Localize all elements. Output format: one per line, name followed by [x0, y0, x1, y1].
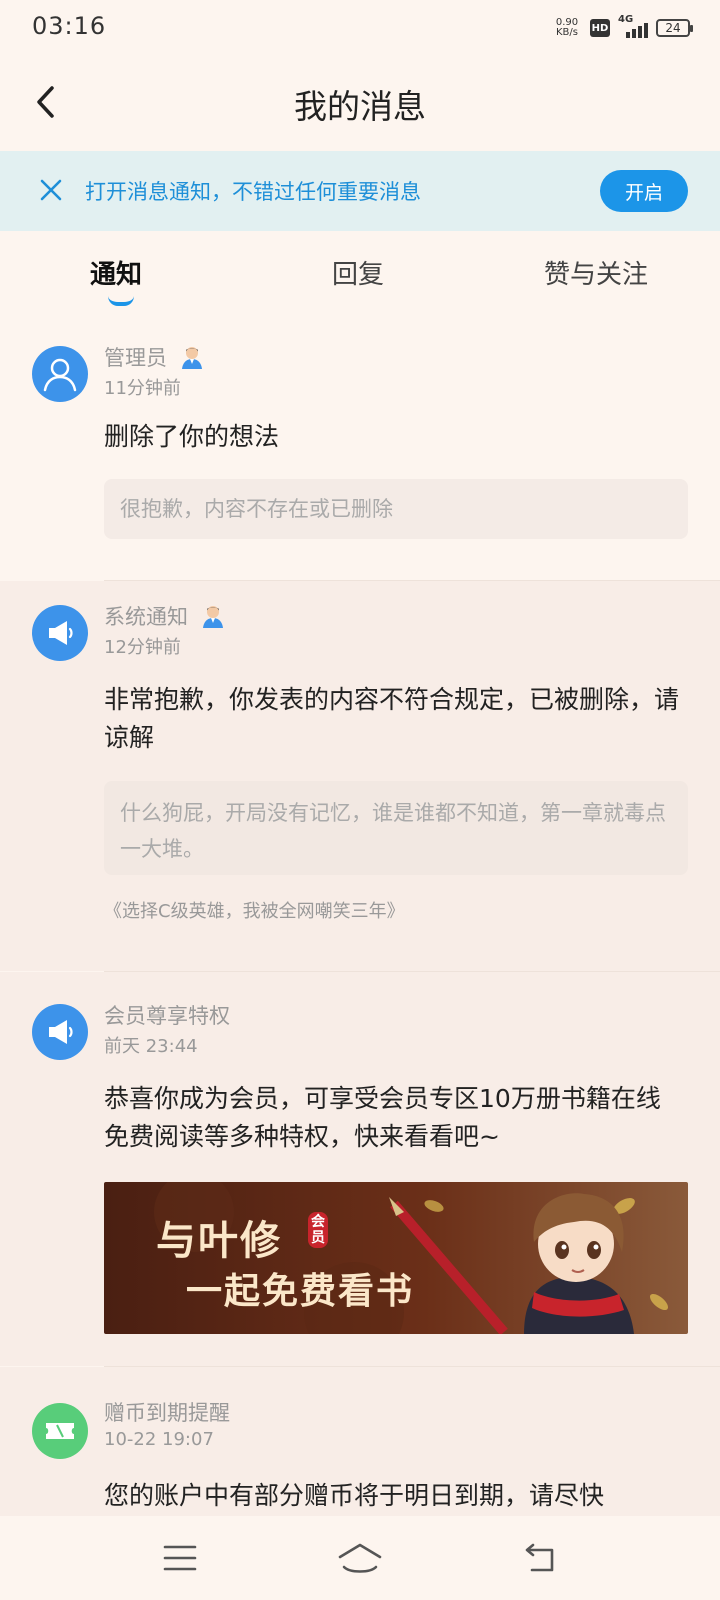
status-indicators: 0.90 KB/s HD 4G 24 [552, 14, 693, 40]
official-badge-icon [203, 606, 223, 628]
megaphone-icon [49, 1020, 73, 1044]
close-button[interactable] [34, 173, 68, 207]
tab-indicator [108, 296, 134, 306]
home-icon [338, 1543, 382, 1573]
tab-notifications[interactable]: 通知 [90, 254, 142, 291]
avatar[interactable] [32, 605, 88, 661]
tab-likes-follows[interactable]: 赞与关注 [544, 254, 648, 291]
sender-row: 赠币到期提醒 [104, 1397, 230, 1427]
status-bar: 03:16 0.90 KB/s HD 4G 24 [0, 0, 720, 56]
sender-row: 会员尊享特权 [104, 1000, 230, 1030]
hd-icon: HD [590, 19, 610, 37]
message-time: 11分钟前 [104, 378, 181, 399]
close-icon [40, 179, 62, 201]
message-time: 前天 23:44 [104, 1036, 198, 1057]
message-content: 恭喜你成为会员，可享受会员专区10万册书籍在线免费阅读等多种特权，快来看看吧~ [104, 1084, 661, 1151]
message-content: 您的账户中有部分赠币将于明日到期，请尽快 [104, 1481, 605, 1510]
avatar[interactable] [32, 1004, 88, 1060]
official-badge-icon [182, 347, 202, 369]
tab-bar: 通知 回复 赞与关注 [0, 232, 720, 322]
net-speed: 0.90 KB/s [552, 18, 582, 38]
avatar[interactable] [32, 1403, 88, 1459]
home-button[interactable] [336, 1536, 384, 1580]
member-promo-banner[interactable]: 与叶修 会员 一起免费看书 [104, 1182, 688, 1334]
sender-name: 系统通知 [104, 605, 188, 629]
list-item[interactable]: 会员尊享特权 前天 23:44 恭喜你成为会员，可享受会员专区10万册书籍在线免… [0, 972, 720, 1366]
avatar[interactable] [32, 346, 88, 402]
promo-badge: 会员 [308, 1212, 328, 1248]
tab-replies[interactable]: 回复 [332, 254, 384, 291]
quoted-content: 很抱歉，内容不存在或已删除 [104, 479, 688, 539]
page-title: 我的消息 [294, 87, 426, 126]
sender-name: 会员尊享特权 [104, 1004, 230, 1028]
quoted-content: 什么狗屁，开局没有记忆，谁是谁都不知道，第一章就毒点一大堆。 [104, 781, 688, 875]
megaphone-icon [49, 621, 73, 645]
menu-button[interactable] [156, 1536, 204, 1580]
banner-text: 打开消息通知，不错过任何重要消息 [85, 180, 421, 204]
sender-row: 系统通知 [104, 601, 226, 631]
message-content: 删除了你的想法 [104, 422, 280, 451]
promo-line-2: 一起免费看书 [186, 1270, 415, 1312]
ticket-icon [46, 1423, 74, 1439]
back-nav-button[interactable] [516, 1536, 564, 1580]
enable-notifications-button[interactable]: 开启 [600, 170, 688, 212]
list-item[interactable]: 系统通知 12分钟前 非常抱歉，你发表的内容不符合规定，已被删除，请谅解 什么狗… [0, 581, 720, 971]
message-time: 10-22 19:07 [104, 1429, 214, 1450]
menu-icon [163, 1545, 197, 1571]
net-speed-unit: KB/s [556, 27, 578, 38]
sender-name: 管理员 [104, 346, 167, 370]
promo-line-1: 与叶修 [156, 1217, 282, 1264]
sender-name: 赠币到期提醒 [104, 1401, 230, 1425]
user-icon [43, 358, 77, 392]
message-content: 非常抱歉，你发表的内容不符合规定，已被删除，请谅解 [104, 685, 680, 752]
network-type: 4G [618, 14, 634, 25]
status-time: 03:16 [32, 12, 107, 40]
system-navigation-bar [0, 1516, 720, 1600]
list-item[interactable]: 管理员 11分钟前 删除了你的想法 很抱歉，内容不存在或已删除 [0, 322, 720, 580]
list-item[interactable]: 赠币到期提醒 10-22 19:07 您的账户中有部分赠币将于明日到期，请尽快 [0, 1367, 720, 1517]
book-source-link[interactable]: 《选择C级英雄，我被全网嘲笑三年》 [104, 897, 405, 923]
signal-icon: 4G [618, 14, 648, 38]
header: 我的消息 [0, 56, 720, 150]
message-time: 12分钟前 [104, 637, 181, 658]
sender-row: 管理员 [104, 342, 205, 372]
battery-icon: 24 [656, 19, 693, 37]
back-arrow-icon [525, 1543, 554, 1572]
battery-level: 24 [665, 21, 681, 35]
notification-banner: 打开消息通知，不错过任何重要消息 开启 [0, 151, 720, 231]
